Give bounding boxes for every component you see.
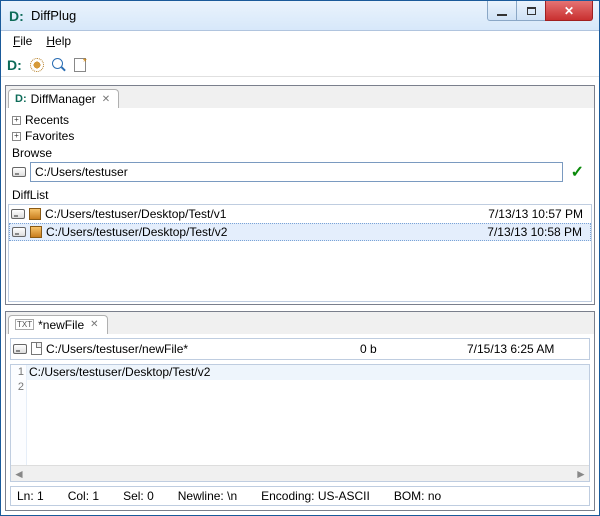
- checkmark-icon: ✓: [567, 162, 588, 182]
- row-time: 7/13/13 10:57 PM: [479, 207, 589, 221]
- difflist-label: DiffList: [8, 186, 592, 204]
- tab-label: *newFile: [38, 318, 84, 332]
- scroll-left-icon[interactable]: ◄: [11, 466, 27, 481]
- tree: + Recents + Favorites: [6, 108, 594, 144]
- file-info-bar: C:/Users/testuser/newFile* 0 b 7/15/13 6…: [10, 338, 590, 360]
- minimize-button[interactable]: [487, 1, 517, 21]
- titlebar[interactable]: D DiffPlug ✕: [1, 1, 599, 31]
- application-window: D DiffPlug ✕ File Help D D DiffManager ✕: [0, 0, 600, 516]
- new-file-icon[interactable]: [74, 58, 86, 72]
- tab-close-icon[interactable]: ✕: [100, 94, 112, 105]
- menu-file[interactable]: File: [7, 33, 38, 49]
- settings-icon[interactable]: [30, 58, 44, 72]
- tab-newfile[interactable]: TXT *newFile ✕: [8, 315, 108, 334]
- tab-row-bottom: TXT *newFile ✕: [6, 312, 594, 334]
- drive-icon: [13, 344, 27, 354]
- drive-icon[interactable]: [12, 167, 26, 177]
- scroll-track[interactable]: [27, 466, 573, 481]
- row-path: C:/Users/testuser/Desktop/Test/v2: [46, 225, 474, 239]
- browse-section: Browse ✓: [6, 144, 594, 186]
- line-number: 2: [11, 381, 26, 396]
- file-info-row[interactable]: C:/Users/testuser/newFile* 0 b 7/15/13 6…: [11, 339, 589, 359]
- app-icon: D: [9, 8, 25, 24]
- expand-icon[interactable]: +: [12, 116, 21, 125]
- maximize-button[interactable]: [516, 1, 546, 21]
- editor-pane: TXT *newFile ✕ C:/Users/testuser/newFile…: [5, 311, 595, 511]
- window-title: DiffPlug: [31, 8, 488, 23]
- window-controls: ✕: [488, 1, 599, 21]
- difflist-body: C:/Users/testuser/Desktop/Test/v1 7/13/1…: [8, 204, 592, 302]
- status-newline: Newline: \n: [178, 489, 237, 503]
- txt-icon: TXT: [15, 319, 34, 330]
- document-icon: [31, 342, 42, 355]
- menu-help[interactable]: Help: [40, 33, 77, 49]
- diffplug-icon[interactable]: D: [7, 57, 22, 73]
- line-number: 1: [11, 366, 26, 381]
- tree-node-favorites[interactable]: + Favorites: [12, 128, 588, 144]
- minimize-icon: [497, 14, 507, 16]
- tab-close-icon[interactable]: ✕: [88, 319, 100, 330]
- text-editor[interactable]: 1 2 C:/Users/testuser/Desktop/Test/v2 ◄ …: [10, 364, 590, 482]
- browse-path-input[interactable]: [30, 162, 563, 182]
- file-time: 7/15/13 6:25 AM: [467, 342, 587, 356]
- status-bar: Ln: 1 Col: 1 Sel: 0 Newline: \n Encoding…: [10, 486, 590, 506]
- scroll-right-icon[interactable]: ►: [573, 466, 589, 481]
- gutter: 1 2: [11, 365, 27, 465]
- file-size: 0 b: [360, 342, 463, 356]
- difflist-section: DiffList C:/Users/testuser/Desktop/Test/…: [6, 186, 594, 304]
- status-encoding: Encoding: US-ASCII: [261, 489, 370, 503]
- tab-diffmanager[interactable]: D DiffManager ✕: [8, 89, 119, 108]
- expand-icon[interactable]: +: [12, 132, 21, 141]
- content-area: D DiffManager ✕ + Recents + Favorites Br…: [1, 81, 599, 515]
- drive-icon: [11, 209, 25, 219]
- difflist-row[interactable]: C:/Users/testuser/Desktop/Test/v1 7/13/1…: [9, 205, 591, 223]
- status-sel: Sel: 0: [123, 489, 154, 503]
- tree-node-recents[interactable]: + Recents: [12, 112, 588, 128]
- close-icon: ✕: [564, 4, 574, 18]
- editor-text[interactable]: C:/Users/testuser/Desktop/Test/v2: [27, 365, 589, 465]
- editor-line: C:/Users/testuser/Desktop/Test/v2: [27, 365, 589, 380]
- package-icon: [30, 226, 42, 238]
- tab-label: DiffManager: [31, 92, 96, 106]
- tab-row-top: D DiffManager ✕: [6, 86, 594, 108]
- file-path: C:/Users/testuser/newFile*: [46, 342, 356, 356]
- package-icon: [29, 208, 41, 220]
- status-line: Ln: 1: [17, 489, 44, 503]
- close-button[interactable]: ✕: [545, 1, 593, 21]
- diffmanager-pane: D DiffManager ✕ + Recents + Favorites Br…: [5, 85, 595, 305]
- drive-icon: [12, 227, 26, 237]
- status-col: Col: 1: [68, 489, 99, 503]
- horizontal-scrollbar[interactable]: ◄ ►: [11, 465, 589, 481]
- toolbar: D: [1, 53, 599, 77]
- editor-line: [27, 380, 589, 395]
- maximize-icon: [527, 7, 536, 15]
- search-icon[interactable]: [52, 58, 66, 72]
- menubar: File Help: [1, 31, 599, 51]
- row-time: 7/13/13 10:58 PM: [478, 225, 588, 239]
- status-bom: BOM: no: [394, 489, 441, 503]
- diffmanager-tab-icon: D: [15, 93, 27, 105]
- row-path: C:/Users/testuser/Desktop/Test/v1: [45, 207, 475, 221]
- browse-label: Browse: [12, 146, 588, 160]
- difflist-row-selected[interactable]: C:/Users/testuser/Desktop/Test/v2 7/13/1…: [9, 223, 591, 241]
